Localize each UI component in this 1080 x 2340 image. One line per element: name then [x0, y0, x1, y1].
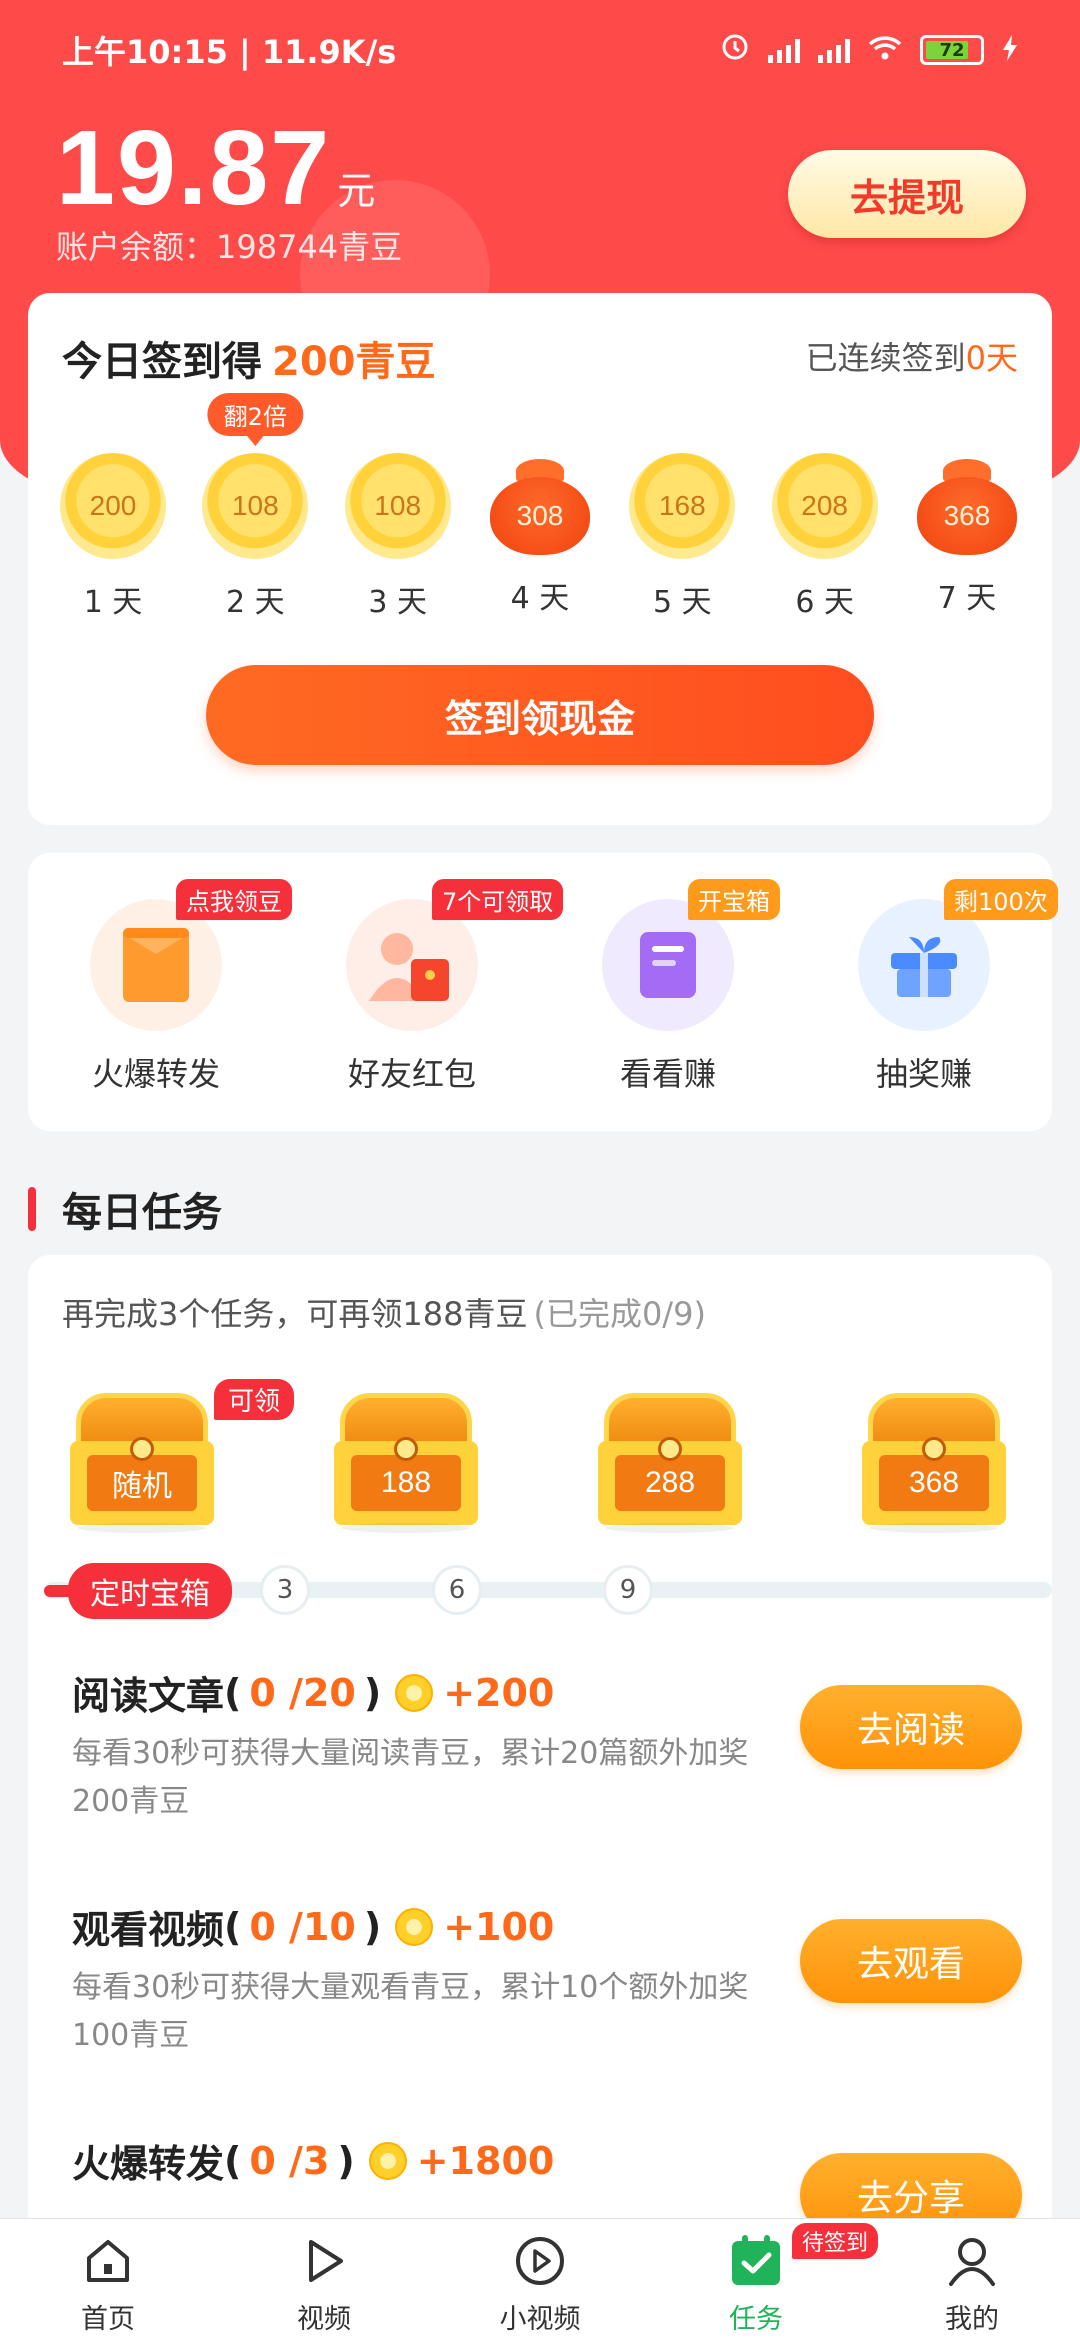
wifi-icon — [868, 31, 902, 69]
go-watch-button[interactable]: 去观看 — [800, 1919, 1022, 2003]
treasure-chest-icon[interactable]: 288 — [596, 1393, 744, 1533]
play-icon — [296, 2233, 352, 2289]
nav-home[interactable]: 首页 — [0, 2219, 216, 2340]
quick-actions: 火爆转发 点我领豆 好友红包 7个可领取 看看赚 开宝箱 抽奖赚 剩100次 — [28, 853, 1058, 1131]
bottom-navigation: 首页 视频 小视频 任务 待签到 我的 — [0, 2218, 1080, 2340]
milestone-6: 6 — [432, 1565, 482, 1615]
signin-day-7: 368 7 天 — [902, 453, 1032, 621]
treasure-chests: 随机 188 288 368 — [68, 1393, 1008, 1533]
task-read-articles: 阅读文章(0 /20) +200 每看30秒可获得大量阅读青豆，累计20篇额外加奖… — [72, 1665, 1022, 1819]
battery-icon: 72 — [920, 35, 984, 65]
coin-icon: 208 — [771, 453, 878, 559]
signal-hd-icon — [818, 37, 850, 63]
coin-icon — [368, 2141, 407, 2180]
quick-action-tag: 点我领豆 — [176, 879, 292, 920]
quick-action-watch-earn[interactable]: 看看赚 开宝箱 — [540, 853, 796, 1131]
withdraw-button[interactable]: 去提现 — [788, 150, 1026, 238]
coin-icon: 168 — [629, 453, 736, 559]
tasks-hint: 再完成3个任务，可再领188青豆 (已完成0/9) — [62, 1295, 706, 1333]
status-time: 上午10:15 | 11.9K/s — [62, 33, 397, 71]
quick-action-share[interactable]: 火爆转发 点我领豆 — [28, 853, 292, 1131]
nav-short-video[interactable]: 小视频 — [432, 2219, 648, 2340]
signin-cash-button[interactable]: 签到领现金 — [206, 665, 874, 765]
milestone-9: 9 — [603, 1565, 653, 1615]
coin-icon — [395, 1907, 434, 1946]
signin-day-3: 108 3 天 — [333, 453, 463, 621]
user-icon — [944, 2233, 1000, 2289]
signin-day-5: 168 5 天 — [617, 453, 747, 621]
quick-action-tag: 剩100次 — [944, 879, 1058, 920]
quick-action-lottery-earn[interactable]: 抽奖赚 剩100次 — [796, 853, 1058, 1131]
money-bag-icon: 368 — [916, 459, 1017, 555]
balance-amount: 19.87 — [56, 109, 332, 227]
signin-day-6: 208 6 天 — [760, 453, 890, 621]
signin-streak: 已连续签到0天 — [805, 339, 1018, 377]
signal-icon — [768, 37, 800, 63]
daily-tasks-heading: 每日任务 — [28, 1180, 222, 1238]
treasure-chest-icon[interactable]: 随机 — [68, 1393, 216, 1533]
quick-action-tag: 开宝箱 — [688, 879, 780, 920]
nav-tasks[interactable]: 任务 待签到 — [648, 2219, 879, 2340]
signin-days: 200 1 天 翻2倍 108 2 天 108 3 天 308 4 天 168 … — [48, 393, 1032, 621]
coin-icon: 108 — [344, 453, 451, 559]
treasure-chest-icon[interactable]: 368 — [860, 1393, 1008, 1533]
task-center-page: 上午10:15 | 11.9K/s 72 19.87 元 账户余额：198744青… — [0, 0, 1080, 2340]
quick-action-friend-redpacket[interactable]: 好友红包 7个可领取 — [284, 853, 564, 1131]
alarm-icon — [720, 31, 750, 69]
play-circle-icon — [512, 2233, 568, 2289]
coin-icon: 108 — [202, 453, 309, 559]
signin-day-4: 308 4 天 — [475, 453, 605, 621]
double-tag: 翻2倍 — [207, 393, 303, 446]
balance: 19.87 元 — [56, 108, 375, 229]
balance-unit: 元 — [337, 169, 376, 213]
nav-profile[interactable]: 我的 — [864, 2219, 1080, 2340]
charging-icon — [1002, 31, 1018, 69]
account-beans: 账户余额：198744青豆 — [56, 228, 403, 266]
signin-card: 今日签到得 200青豆 已连续签到0天 200 1 天 翻2倍 108 2 天 1… — [28, 293, 1052, 825]
coin-icon — [395, 1673, 434, 1712]
signin-day-1: 200 1 天 — [48, 453, 178, 621]
timed-chest[interactable]: 定时宝箱 — [44, 1563, 232, 1619]
home-icon — [80, 2233, 136, 2289]
milestone-3: 3 — [260, 1565, 310, 1615]
nav-video[interactable]: 视频 — [216, 2219, 432, 2340]
go-read-button[interactable]: 去阅读 — [800, 1685, 1022, 1769]
signin-day-2: 翻2倍 108 2 天 — [190, 393, 320, 621]
task-check-icon — [728, 2233, 784, 2289]
task-watch-videos: 观看视频(0 /10) +100 每看30秒可获得大量观看青豆，累计10个额外加奖… — [72, 1899, 1022, 2053]
status-icons: 72 — [720, 31, 1018, 69]
coin-icon: 200 — [60, 453, 166, 559]
treasure-chest-icon[interactable]: 188 — [332, 1393, 480, 1533]
signin-reward: 200青豆 — [272, 339, 436, 385]
claimable-tag: 可领 — [214, 1379, 295, 1420]
signin-title: 今日签到得 200青豆 — [62, 339, 436, 385]
money-bag-icon: 308 — [489, 459, 590, 555]
daily-tasks-card: 再完成3个任务，可再领188青豆 (已完成0/9) 随机 188 288 368 … — [28, 1255, 1052, 2340]
status-bar: 上午10:15 | 11.9K/s 72 — [0, 0, 1080, 100]
